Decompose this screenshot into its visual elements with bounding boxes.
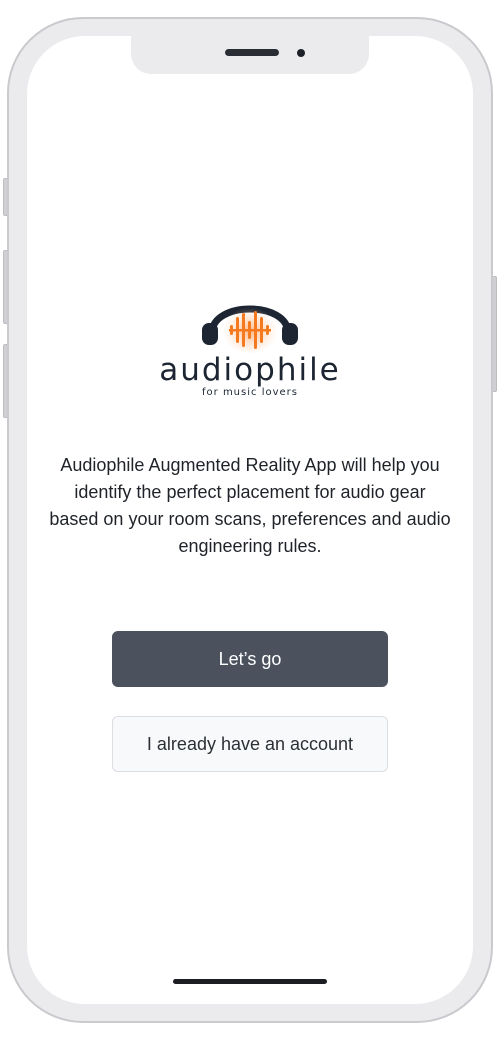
audiophile-logo: audiophile for music lovers — [150, 281, 350, 401]
logo-wordmark: audiophile — [159, 352, 341, 388]
existing-account-button[interactable]: I already have an account — [112, 716, 388, 772]
notch — [131, 36, 369, 74]
headphones-waveform-icon — [202, 305, 298, 353]
phone-screen: audiophile for music lovers Audiophile A… — [27, 36, 473, 1004]
speaker-grille — [225, 49, 279, 56]
onboarding-screen: audiophile for music lovers Audiophile A… — [0, 0, 500, 1041]
lets-go-button[interactable]: Let’s go — [112, 631, 388, 687]
home-indicator[interactable] — [173, 979, 327, 984]
front-camera — [297, 49, 305, 57]
logo-tagline: for music lovers — [202, 387, 298, 398]
app-description: Audiophile Augmented Reality App will he… — [49, 455, 451, 556]
